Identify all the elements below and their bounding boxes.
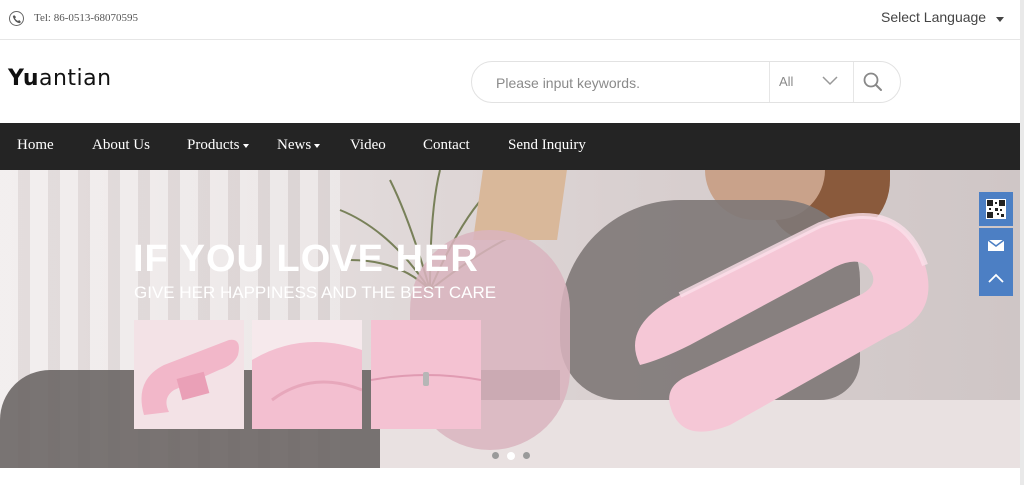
product-thumbnail — [371, 320, 481, 429]
nav-news[interactable]: News — [277, 137, 321, 154]
chevron-down-icon[interactable] — [822, 76, 838, 86]
qr-code-button[interactable] — [979, 192, 1013, 226]
nav-video[interactable]: Video — [350, 137, 386, 154]
qr-code-icon — [986, 199, 1006, 219]
logo[interactable]: Yuantian — [8, 66, 112, 91]
product-thumbnail — [134, 320, 244, 429]
nav-about-us[interactable]: About Us — [92, 137, 150, 154]
nav-contact[interactable]: Contact — [423, 137, 470, 154]
slider-dot[interactable] — [523, 452, 530, 459]
nav-home[interactable]: Home — [17, 137, 54, 154]
u-shaped-pillow-image — [635, 213, 929, 432]
mail-icon — [987, 239, 1005, 251]
nav-label: Products — [187, 137, 240, 153]
header: Yuantian All — [0, 41, 1020, 123]
logo-part: antian — [39, 66, 112, 91]
telephone-text: Tel: 86-0513-68070595 — [34, 12, 139, 24]
mail-button[interactable] — [979, 228, 1013, 262]
search-icon[interactable] — [862, 71, 884, 93]
scrollbar-edge — [1020, 0, 1024, 485]
banner-subheadline: GIVE HER HAPPINESS AND THE BEST CARE — [134, 283, 497, 302]
slider-dot-active[interactable] — [507, 451, 515, 460]
search-input[interactable] — [496, 73, 766, 93]
main-nav: Home About Us Products News Video Contac… — [0, 123, 1020, 170]
hero-banner[interactable]: IF YOU LOVE HER GIVE HER HAPPINESS AND T… — [0, 170, 1020, 468]
search-bar: All — [471, 61, 901, 103]
search-category-select[interactable]: All — [779, 74, 793, 89]
divider — [769, 62, 770, 102]
chevron-up-icon — [988, 273, 1004, 283]
banner-headline: IF YOU LOVE HER — [133, 238, 479, 280]
product-thumbnail — [252, 320, 362, 429]
phone-icon — [9, 11, 24, 26]
language-selector[interactable]: Select Language — [881, 9, 986, 25]
slider-dot[interactable] — [492, 452, 499, 459]
caret-down-icon[interactable] — [996, 17, 1004, 22]
nav-label: News — [277, 137, 312, 153]
nav-send-inquiry[interactable]: Send Inquiry — [508, 137, 586, 154]
caret-down-icon — [314, 143, 321, 148]
back-to-top-button[interactable] — [979, 262, 1013, 296]
caret-down-icon — [242, 143, 249, 148]
logo-part: Yu — [8, 66, 39, 91]
nav-products[interactable]: Products — [187, 137, 249, 154]
top-bar: Tel: 86-0513-68070595 Select Language — [0, 0, 1020, 40]
divider — [853, 62, 854, 102]
